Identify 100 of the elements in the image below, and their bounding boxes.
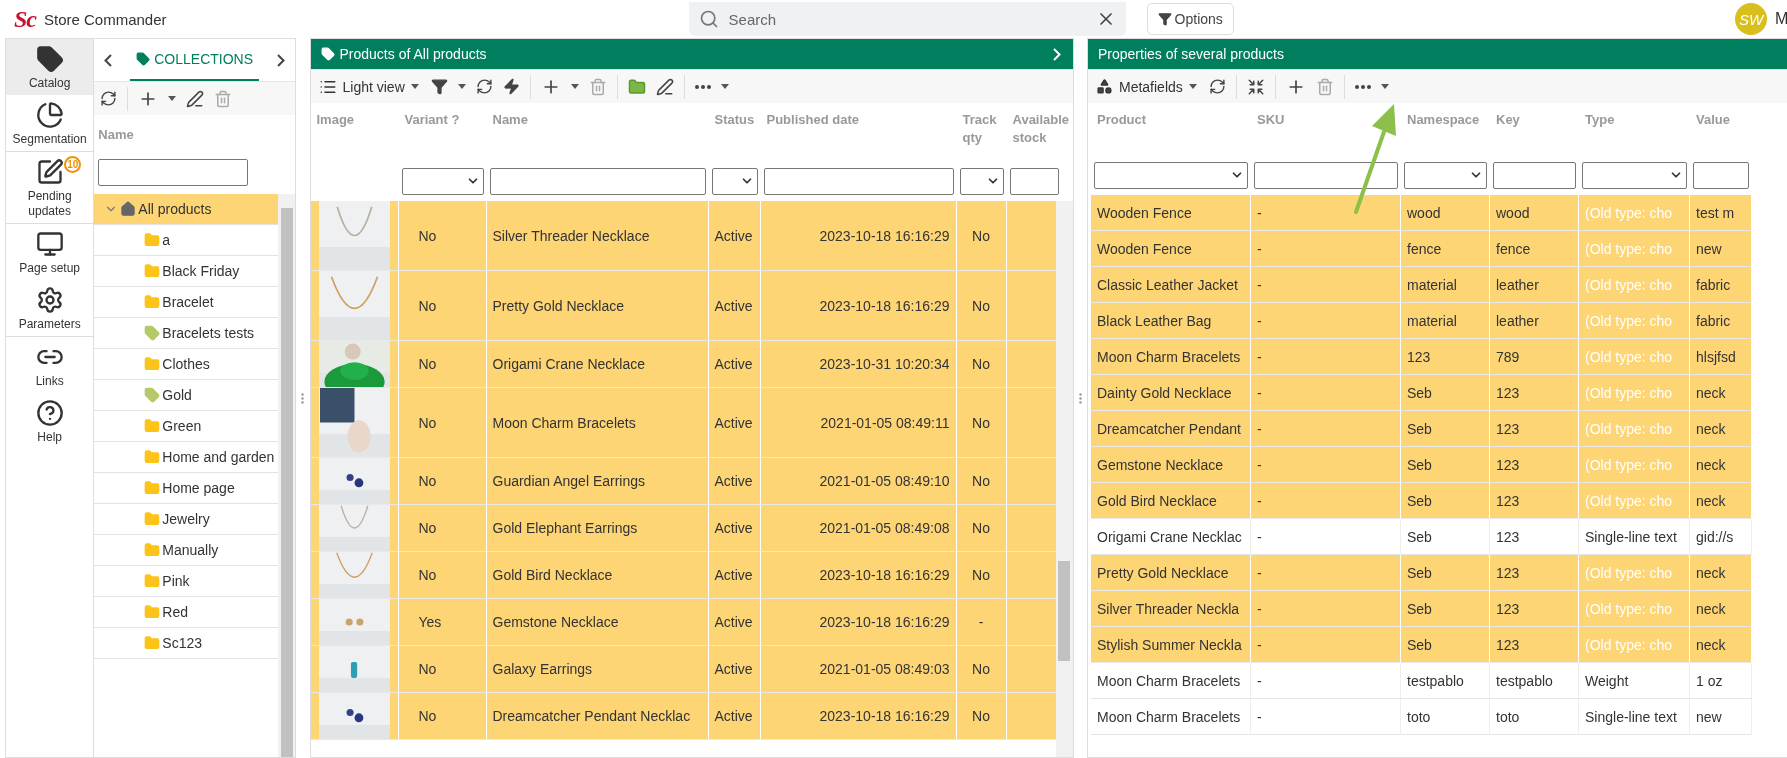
tag-icon — [136, 52, 151, 66]
filter-field[interactable] — [1254, 161, 1398, 189]
search-field[interactable]: Search — [688, 2, 1126, 36]
view-dropdown[interactable]: Metafields — [1094, 78, 1199, 95]
table-cell: No — [956, 271, 1007, 341]
table-cell: neck — [1690, 411, 1752, 447]
chevron-right-icon — [1052, 47, 1061, 61]
tree-label: a — [162, 232, 171, 248]
table-cell: Active — [708, 341, 761, 388]
table-cell: Gold Elephant Earrings — [486, 505, 709, 552]
table-cell: Galaxy Earrings — [486, 646, 709, 693]
table-cell: Active — [708, 458, 761, 505]
pen-icon — [655, 77, 674, 96]
nav-item[interactable]: Page setup — [6, 224, 94, 280]
table-cell: gid://s — [1690, 519, 1752, 555]
table-cell: - — [1251, 555, 1401, 591]
filter-dropdown[interactable] — [1094, 161, 1248, 189]
filter-dropdown[interactable] — [711, 167, 758, 195]
column-header: SKU — [1257, 112, 1285, 127]
options-button[interactable]: Options — [1146, 3, 1234, 35]
filter-dropdown[interactable] — [401, 167, 484, 195]
table-cell: (Old type: cho — [1579, 195, 1690, 231]
table-cell: No — [398, 693, 487, 740]
filter-dropdown[interactable] — [1582, 161, 1687, 189]
table-cell: neck — [1690, 555, 1752, 591]
splitter-handle[interactable] — [1078, 392, 1082, 404]
caret-icon — [168, 96, 177, 101]
table-cell: - — [1251, 195, 1401, 231]
table-cell: Seb — [1401, 519, 1490, 555]
filter-dropdown[interactable] — [959, 167, 1004, 195]
view-dropdown[interactable]: Light view — [316, 77, 421, 96]
table-cell: (Old type: cho — [1579, 483, 1690, 519]
table-cell: 2021-01-05 08:49:11 — [760, 388, 957, 458]
table-cell: No — [398, 646, 487, 693]
table-cell: Origami Crane Necklac — [1091, 519, 1251, 555]
tree-label: Gold — [162, 387, 192, 403]
table-cell: - — [1251, 303, 1401, 339]
tag-icon — [320, 47, 335, 61]
table-cell: Gemstone Necklace — [1091, 447, 1251, 483]
filter-dropdown[interactable] — [1404, 161, 1487, 189]
filter-field[interactable] — [1693, 161, 1749, 189]
column-header: Status — [714, 112, 755, 127]
table-cell: No — [956, 505, 1007, 552]
table-cell: Single-line text — [1579, 699, 1690, 735]
table-cell: Moon Charm Bracelets — [486, 388, 709, 458]
table-cell: material — [1401, 303, 1490, 339]
tag-icon — [144, 325, 161, 341]
caret-icon — [410, 84, 419, 89]
expand-button[interactable] — [1050, 47, 1063, 61]
table-cell: - — [1251, 483, 1401, 519]
tree-item[interactable]: All products — [94, 194, 278, 225]
nav-item[interactable]: Catalog — [6, 39, 94, 95]
table-cell: (Old type: cho — [1579, 447, 1690, 483]
table-cell: - — [1251, 375, 1401, 411]
edit-icon — [35, 158, 64, 186]
table-cell: wood — [1401, 195, 1490, 231]
column-header: Variant ? — [404, 112, 460, 127]
filter-field[interactable] — [763, 167, 954, 195]
caret-icon — [570, 84, 579, 89]
table-cell: Active — [708, 646, 761, 693]
trash-icon — [1315, 77, 1334, 96]
table-cell — [1006, 271, 1056, 341]
table-cell: 789 — [1490, 339, 1579, 375]
table-cell: 123 — [1490, 519, 1579, 555]
more-icon — [1354, 84, 1371, 89]
filter-icon — [1157, 12, 1172, 26]
table-cell: Gold Bird Necklace — [1091, 483, 1251, 519]
folder-icon — [144, 232, 161, 248]
nav-item[interactable]: Help — [6, 393, 94, 449]
home-icon — [120, 201, 137, 217]
help-icon — [35, 399, 64, 427]
table-cell: Guardian Angel Earrings — [486, 458, 709, 505]
refresh-icon — [1208, 78, 1226, 95]
caret-icon — [720, 84, 729, 89]
table-cell: testpablo — [1401, 663, 1490, 699]
table-cell: 123 — [1490, 375, 1579, 411]
column-header: Name — [492, 112, 528, 127]
table-cell: No — [956, 388, 1007, 458]
splitter-handle[interactable] — [301, 392, 305, 404]
monitor-icon — [35, 230, 64, 258]
table-cell: (Old type: cho — [1579, 627, 1690, 663]
table-cell: No — [398, 271, 487, 341]
table-cell: Gold Bird Necklace — [486, 552, 709, 599]
table-cell: fence — [1490, 231, 1579, 267]
table-cell: No — [398, 341, 487, 388]
table-cell: Active — [708, 552, 761, 599]
nav-item[interactable]: Links — [6, 337, 94, 393]
table-cell: 2023-10-18 16:16:29 — [760, 271, 957, 341]
scrollbar[interactable] — [278, 194, 295, 757]
filter-field[interactable] — [98, 159, 249, 186]
filter-field[interactable] — [1009, 167, 1059, 195]
column-header: Image — [316, 112, 355, 127]
table-cell: - — [1251, 267, 1401, 303]
filter-icon — [430, 78, 448, 95]
table-cell: material — [1401, 267, 1490, 303]
filter-field[interactable] — [1493, 161, 1576, 189]
filter-field[interactable] — [489, 167, 706, 195]
column-header: Published date — [766, 112, 859, 127]
table-cell: fence — [1401, 231, 1490, 267]
table-cell: 2023-10-18 16:16:29 — [760, 693, 957, 740]
